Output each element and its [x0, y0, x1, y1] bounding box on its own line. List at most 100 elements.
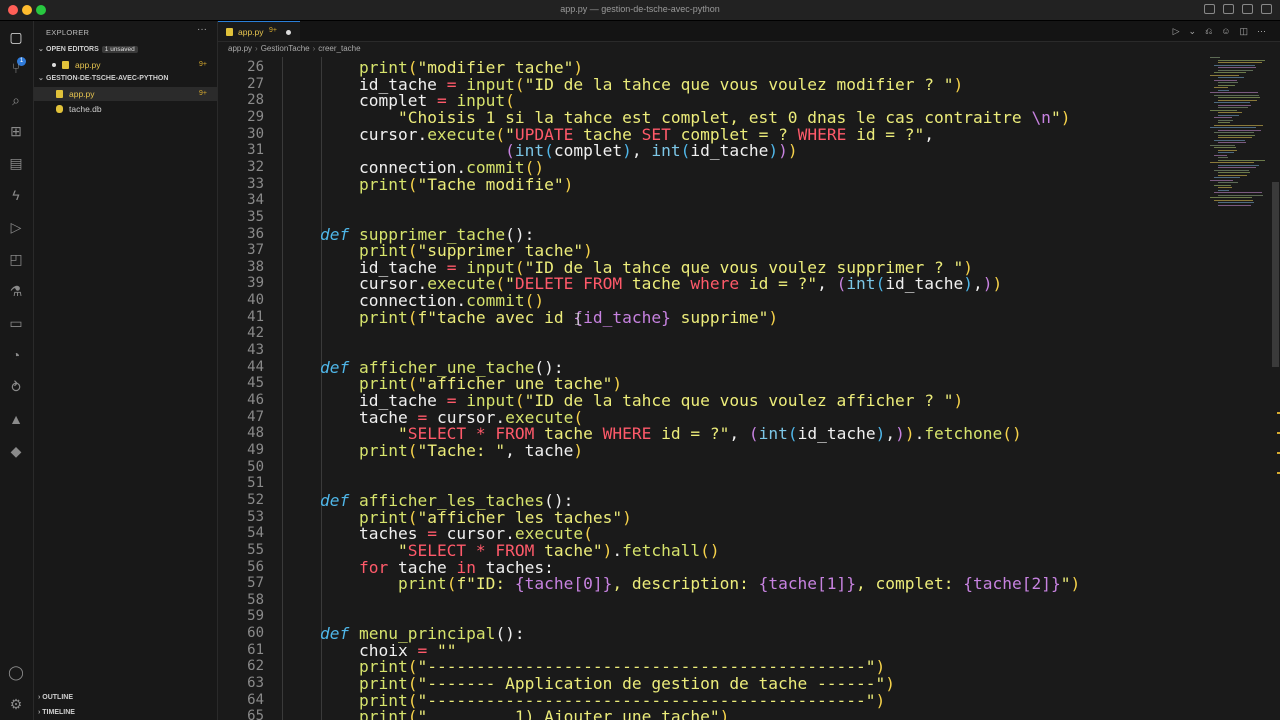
- code-token: ): [602, 540, 613, 560]
- breadcrumb-class[interactable]: GestionTache: [261, 44, 310, 53]
- tab-app-py[interactable]: app.py 9+: [218, 21, 300, 41]
- line-number: 39: [247, 275, 264, 292]
- code-token: ): [963, 274, 974, 294]
- code-token: ): [787, 141, 798, 161]
- minimap-line: [1218, 152, 1234, 153]
- code-token: {tache[2]}: [963, 574, 1061, 594]
- line-number: 53: [247, 508, 264, 525]
- search-icon[interactable]: ⌕: [7, 91, 25, 109]
- python-file-icon: [226, 28, 233, 36]
- file-name: tache.db: [69, 104, 102, 114]
- breadcrumb-file[interactable]: app.py: [228, 44, 252, 53]
- copilot-icon[interactable]: ☺: [1221, 26, 1230, 37]
- customize-layout-icon[interactable]: [1261, 4, 1272, 14]
- minimap-line: [1218, 89, 1229, 91]
- workspace-section[interactable]: ⌄ GESTION-DE-TSCHE-AVEC-PYTHON: [38, 74, 168, 82]
- code-line[interactable]: print(" 1) Ajouter une tache"): [281, 707, 729, 720]
- testing-icon[interactable]: ⚗: [7, 282, 25, 300]
- toggle-secondary-sidebar-icon[interactable]: [1242, 4, 1253, 14]
- open-editor-item-app-py[interactable]: app.py 9+: [34, 58, 217, 72]
- settings-gear-icon[interactable]: ⚙: [7, 695, 25, 713]
- code-token: id_tache: [885, 274, 964, 294]
- more-actions-icon[interactable]: ···: [197, 24, 207, 35]
- python-icon[interactable]: ◆: [7, 442, 25, 460]
- run-debug-icon[interactable]: ▷: [7, 218, 25, 236]
- chevron-down-icon[interactable]: ⌄: [1189, 26, 1197, 37]
- code-token: (: [407, 440, 418, 460]
- git-graph-icon[interactable]: ◔: [7, 346, 25, 364]
- unsaved-dot-icon[interactable]: [52, 63, 56, 67]
- code-editor[interactable]: 26 print("modifier tache") 27 id_tache = …: [218, 57, 1218, 720]
- minimap-line: [1214, 64, 1255, 66]
- code-token: {id_tache}: [573, 307, 671, 327]
- code-line[interactable]: print(f"ID: {tache[0]}, description: {ta…: [281, 574, 1080, 593]
- file-item-tache-db[interactable]: tache.db: [34, 102, 217, 116]
- code-token: "Tache modifie": [417, 174, 564, 194]
- more-actions-icon[interactable]: ⋯: [1257, 26, 1266, 37]
- open-editors-section[interactable]: ⌄ OPEN EDITORS 1 unsaved: [38, 45, 138, 53]
- explorer-sidebar: EXPLORER ··· ⌄ OPEN EDITORS 1 unsaved app.…: [34, 21, 218, 720]
- tab-problems-badge: 9+: [269, 27, 277, 34]
- account-icon[interactable]: ◯: [7, 663, 25, 681]
- line-number: 28: [247, 92, 264, 109]
- deploy-icon[interactable]: ▲: [7, 410, 25, 428]
- code-token: ,: [729, 424, 749, 444]
- code-token: id = ?": [651, 424, 730, 444]
- remote-explorer-icon[interactable]: ◰: [7, 250, 25, 268]
- source-control-icon[interactable]: ⑂: [7, 59, 25, 77]
- timeline-section[interactable]: › TIMELINE: [38, 709, 75, 716]
- line-number: 51: [247, 475, 264, 492]
- code-line[interactable]: print("Tache: ", tache): [281, 441, 583, 460]
- scrollbar-thumb[interactable]: [1272, 182, 1279, 367]
- minimap[interactable]: [1208, 57, 1268, 217]
- line-number: 48: [247, 425, 264, 442]
- code-token: ,: [973, 274, 983, 294]
- breadcrumb-method[interactable]: creer_tache: [318, 44, 360, 53]
- compare-changes-icon[interactable]: ⎌: [1205, 26, 1212, 37]
- minimap-line: [1214, 199, 1253, 201]
- line-number: 60: [247, 625, 264, 642]
- line-number: 59: [247, 608, 264, 625]
- code-token: print: [358, 440, 408, 460]
- outline-section[interactable]: › OUTLINE: [38, 694, 73, 701]
- code-line[interactable]: print("Tache modifie"): [281, 175, 573, 194]
- minimap-line: [1214, 87, 1228, 88]
- toggle-panel-icon[interactable]: [1223, 4, 1234, 14]
- code-token: id = ?": [739, 274, 818, 294]
- line-number: 33: [247, 175, 264, 192]
- code-token: (: [748, 424, 759, 444]
- code-token: "Tache: ": [417, 440, 506, 460]
- split-editor-icon[interactable]: ◫: [1239, 26, 1248, 37]
- minimap-line: [1214, 177, 1240, 178]
- breadcrumb: app.py › GestionTache › creer_tache: [228, 44, 361, 53]
- file-name: app.py: [69, 89, 95, 99]
- code-token: ": [1050, 107, 1061, 127]
- minimap-line: [1210, 197, 1252, 198]
- line-number: 42: [247, 325, 264, 342]
- explorer-icon[interactable]: ▢: [7, 28, 25, 46]
- folder-icon[interactable]: ▭: [7, 314, 25, 332]
- line-number: 62: [247, 658, 264, 675]
- code-token: id_tache: [690, 141, 769, 161]
- toggle-sidebar-icon[interactable]: [1204, 4, 1215, 14]
- code-token: ,: [817, 274, 837, 294]
- code-token: (: [787, 424, 798, 444]
- notebook-icon[interactable]: ▤: [7, 154, 25, 172]
- bolt-icon[interactable]: ϟ: [7, 186, 25, 204]
- minimap-line: [1218, 77, 1244, 78]
- line-number: 41: [247, 308, 264, 325]
- file-item-app-py[interactable]: app.py 9+: [34, 87, 217, 101]
- extensions-icon[interactable]: ⊞: [7, 122, 25, 140]
- unsaved-dot-icon[interactable]: [286, 30, 291, 35]
- code-token: ): [953, 391, 964, 410]
- line-number: 46: [247, 392, 264, 408]
- code-token: (): [700, 540, 720, 560]
- live-share-icon[interactable]: ⥁: [7, 378, 25, 396]
- run-icon[interactable]: ▷: [1173, 26, 1180, 37]
- layout-controls: [1204, 4, 1272, 14]
- code-line[interactable]: print(f"tache avec id {id_tache} supprim…: [281, 308, 778, 327]
- vertical-scrollbar[interactable]: [1271, 57, 1280, 720]
- code-token: fetchall: [622, 540, 701, 560]
